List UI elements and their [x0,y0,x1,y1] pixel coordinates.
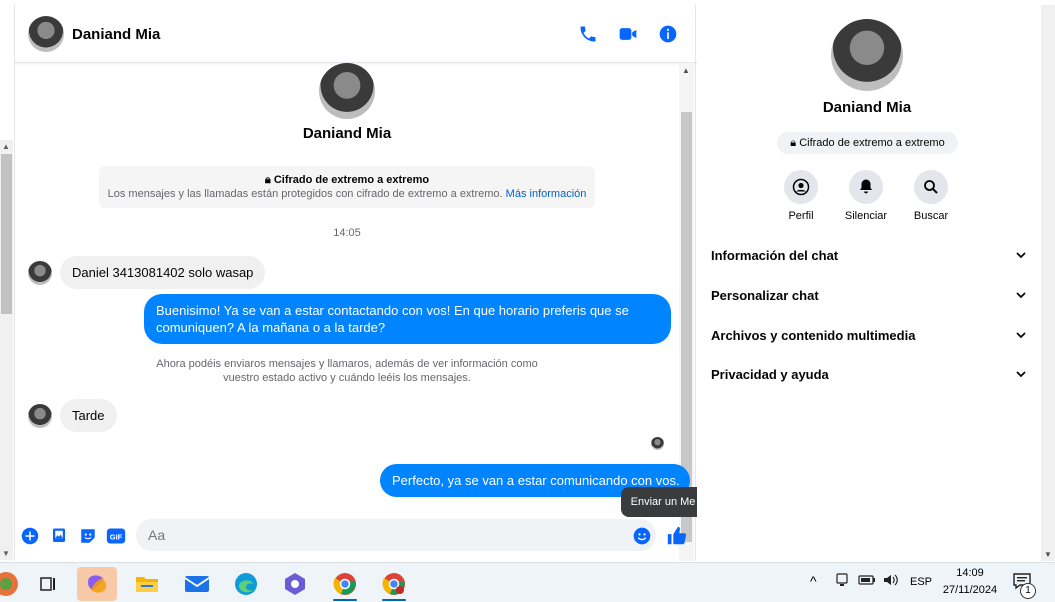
more-info-link[interactable]: Más información [506,188,587,200]
info-contact-name: Daniand Mia [822,99,912,116]
seen-indicator-avatar [651,437,664,450]
gif-icon[interactable]: GIF [105,525,127,547]
sender-avatar[interactable] [28,404,52,428]
message-input[interactable] [136,519,656,551]
incoming-message[interactable]: Tarde [60,399,117,432]
image-icon[interactable] [48,525,70,547]
e2e-notice-title: 🔒︎ Cifrado de extremo a extremo [264,174,430,186]
bell-icon[interactable] [849,170,883,204]
video-icon[interactable] [616,22,640,46]
scroll-down-arrow-icon[interactable]: ▼ [1044,550,1052,559]
profile-action[interactable]: Perfil [771,170,831,222]
lock-icon: 🔒︎ [264,174,271,186]
chrome-icon[interactable] [374,567,414,601]
info-avatar[interactable] [831,19,903,91]
e2e-notice-desc: Los mensajes y las llamadas están proteg… [107,188,587,200]
chrome-profile-icon[interactable] [325,567,365,601]
task-view-icon[interactable] [28,567,68,601]
chevron-down-icon [1016,292,1026,299]
start-app-icon[interactable] [0,567,26,601]
chevron-down-icon [1016,332,1026,339]
info-icon[interactable] [656,22,680,46]
network-icon[interactable] [834,572,850,593]
chat-info-panel: Daniand Mia 🔒︎ Cifrado de extremo a extr… [697,5,1041,561]
e2e-badge[interactable]: 🔒︎ Cifrado de extremo a extremo [777,132,958,154]
search-icon[interactable] [914,170,948,204]
clock-time[interactable]: 14:09 [940,567,1000,579]
svg-text:GIF: GIF [110,532,123,541]
app-hexagon-icon[interactable] [275,567,315,601]
add-plus-icon[interactable] [19,525,41,547]
page-scroll-thumb[interactable] [1,154,12,314]
section-customize[interactable]: Personalizar chat [711,280,1027,310]
clock-date[interactable]: 27/11/2024 [940,584,1000,596]
conversation-name: Daniand Mia [302,125,392,142]
sender-avatar[interactable] [28,261,52,285]
chat-header: Daniand Mia [15,5,697,63]
copilot-icon[interactable] [77,567,117,601]
edge-browser-icon[interactable] [226,567,266,601]
chevron-down-icon [1016,371,1026,378]
contact-name[interactable]: Daniand Mia [72,26,160,43]
volume-icon[interactable] [882,572,900,593]
system-notice: Ahora podéis enviaros mensajes y llamaro… [156,358,538,384]
battery-icon[interactable] [858,573,876,592]
incoming-message[interactable]: Daniel 3413081402 solo wasap [60,256,266,289]
file-explorer-icon[interactable] [127,567,167,601]
section-privacy[interactable]: Privacidad y ayuda [711,359,1027,389]
notification-count: 1 [1020,583,1036,599]
e2e-notice: 🔒︎ Cifrado de extremo a extremo Los mens… [99,166,595,208]
mail-icon[interactable] [177,567,217,601]
chat-scroll-up-icon[interactable]: ▲ [682,66,690,75]
message-timestamp: 14:05 [333,227,361,239]
contact-avatar[interactable] [28,16,64,52]
mute-action[interactable]: Silenciar [836,170,896,222]
scroll-up-arrow-icon[interactable]: ▲ [2,142,10,151]
scroll-down-arrow-icon[interactable]: ▼ [2,549,10,558]
profile-icon[interactable] [784,170,818,204]
lock-icon: 🔒︎ [790,136,797,149]
section-media[interactable]: Archivos y contenido multimedia [711,320,1027,350]
phone-icon[interactable] [576,22,600,46]
page-scrollbar[interactable]: ▲ ▼ [0,140,13,560]
language-indicator[interactable]: ESP [910,576,932,588]
outgoing-message[interactable]: Buenisimo! Ya se van a estar contactando… [144,294,671,344]
conversation-avatar[interactable] [319,63,375,119]
section-chat-info[interactable]: Información del chat [711,240,1027,270]
chevron-down-icon [1016,252,1026,259]
taskbar: ^ ESP 14:09 27/11/2024 1 [0,562,1055,602]
sticker-icon[interactable] [77,525,99,547]
search-action[interactable]: Buscar [901,170,961,222]
emoji-icon[interactable] [631,525,653,547]
thumbs-up-icon[interactable] [666,525,688,547]
right-scrollbar[interactable]: ▼ [1041,5,1055,561]
chat-panel: Daniand Mia ▲ Daniand Mia 🔒︎ Cifrado de … [14,5,735,561]
chevron-up-icon[interactable]: ^ [810,573,817,589]
